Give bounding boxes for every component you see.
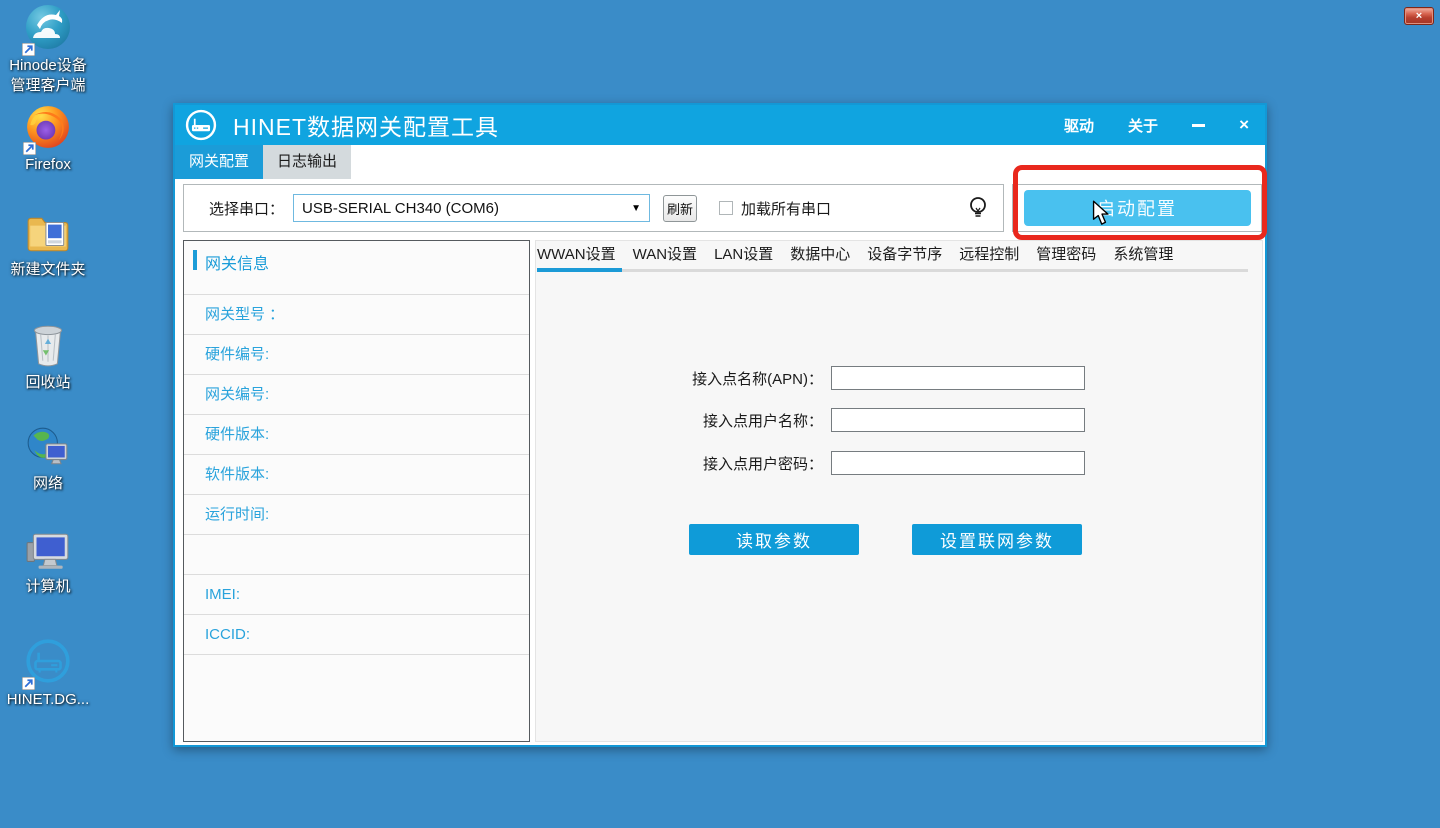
tab-wan-settings[interactable]: WAN设置 <box>633 243 697 267</box>
settings-panel: WWAN设置 WAN设置 LAN设置 数据中心 设备字节序 远程控制 管理密码 … <box>535 240 1263 742</box>
hinet-router-icon <box>24 637 72 690</box>
tab-byte-order[interactable]: 设备字节序 <box>867 243 942 267</box>
info-row-model: 网关型号 ： <box>184 295 529 335</box>
hinode-logo-icon <box>24 3 72 56</box>
gateway-info-title: 网关信息 <box>205 250 269 274</box>
app-logo-icon <box>185 109 217 141</box>
read-params-button[interactable]: 读取参数 <box>689 524 859 555</box>
tab-remote-control[interactable]: 远程控制 <box>959 243 1019 267</box>
desktop-icon-label: Firefox <box>0 155 96 175</box>
gateway-info-panel: 网关信息 网关型号 ： 硬件编号: 网关编号: 硬件版本: 软件版本: 运行时间… <box>183 240 530 742</box>
desktop-icon-network[interactable]: 网络 <box>0 425 96 494</box>
shortcut-arrow-icon <box>22 43 35 56</box>
tab-system-manage[interactable]: 系统管理 <box>1113 243 1173 267</box>
desktop-icon-recycle-bin[interactable]: 回收站 <box>0 320 96 393</box>
start-config-group: 启动配置 <box>1012 184 1262 232</box>
apn-username-label: 接入点用户名称： <box>703 410 823 431</box>
driver-button[interactable]: 驱动 <box>1064 115 1094 136</box>
header-accent-bar <box>193 250 197 270</box>
info-row-imei: IMEI: <box>184 575 529 615</box>
apn-label: 接入点名称(APN)： <box>692 368 823 389</box>
app-window: HINET数据网关配置工具 驱动 关于 × 网关配置 日志输出 选择串口： US… <box>173 103 1267 747</box>
serial-port-label: 选择串口： <box>209 198 284 219</box>
info-row-uptime: 运行时间: <box>184 495 529 535</box>
shortcut-arrow-icon <box>23 142 36 155</box>
info-row-sw-version: 软件版本: <box>184 455 529 495</box>
desktop-icon-label: 计算机 <box>0 577 96 597</box>
desktop-icon-hinet-shortcut[interactable]: HINET.DG... <box>0 637 96 710</box>
refresh-button[interactable]: 刷新 <box>663 195 697 222</box>
serial-port-group: 选择串口： USB-SERIAL CH340 (COM6) ▼ 刷新 加载所有串… <box>183 184 1004 232</box>
info-row-gw-number: 网关编号: <box>184 375 529 415</box>
folder-icon <box>25 213 71 260</box>
load-all-ports-label: 加载所有串口 <box>741 198 831 219</box>
settings-tab-bar: WWAN设置 WAN设置 LAN设置 数据中心 设备字节序 远程控制 管理密码 … <box>537 243 1173 267</box>
firefox-icon <box>25 104 71 155</box>
desktop-icon-hinode[interactable]: Hinode设备 管理客户端 <box>0 3 96 96</box>
apn-password-label: 接入点用户密码： <box>703 453 823 474</box>
desktop-icon-label: 网络 <box>0 474 96 494</box>
tab-data-center[interactable]: 数据中心 <box>790 243 850 267</box>
desktop-icon-computer[interactable]: 计算机 <box>0 530 96 597</box>
apn-field-row: 接入点名称(APN)： <box>536 366 1262 390</box>
tab-admin-password[interactable]: 管理密码 <box>1036 243 1096 267</box>
apn-password-field-row: 接入点用户密码： <box>536 451 1262 475</box>
recycle-bin-icon <box>27 320 69 373</box>
tab-log-output[interactable]: 日志输出 <box>263 145 351 179</box>
apn-username-field-row: 接入点用户名称： <box>536 408 1262 432</box>
gateway-info-header: 网关信息 <box>184 241 529 295</box>
active-tab-underline <box>537 268 622 272</box>
tab-wwan-settings[interactable]: WWAN设置 <box>537 243 616 267</box>
desktop-icon-firefox[interactable]: Firefox <box>0 104 96 175</box>
info-row-iccid: ICCID: <box>184 615 529 655</box>
desktop-icon-label: 管理客户端 <box>0 76 96 96</box>
set-network-params-button[interactable]: 设置联网参数 <box>912 524 1082 555</box>
computer-icon <box>25 530 71 577</box>
minimize-icon <box>1192 124 1205 127</box>
dropdown-caret-icon: ▼ <box>631 203 641 214</box>
about-button[interactable]: 关于 <box>1128 115 1158 136</box>
desktop-icon-label: HINET.DG... <box>0 690 96 710</box>
serial-port-select[interactable]: USB-SERIAL CH340 (COM6) ▼ <box>293 194 650 222</box>
desktop-icon-label: Hinode设备 <box>0 56 96 76</box>
desktop-close-button[interactable]: × <box>1404 7 1434 25</box>
tab-underline-track <box>622 269 1248 272</box>
serial-port-value: USB-SERIAL CH340 (COM6) <box>302 200 631 217</box>
apn-password-input[interactable] <box>831 451 1085 475</box>
desktop-icon-new-folder[interactable]: 新建文件夹 <box>0 213 96 280</box>
apn-input[interactable] <box>831 366 1085 390</box>
tab-gateway-config[interactable]: 网关配置 <box>175 145 263 179</box>
titlebar: HINET数据网关配置工具 驱动 关于 × <box>175 105 1265 145</box>
minimize-button[interactable] <box>1192 117 1205 134</box>
info-row-hw-version: 硬件版本: <box>184 415 529 455</box>
network-icon <box>25 425 71 474</box>
load-all-ports-checkbox[interactable] <box>719 201 733 215</box>
shortcut-arrow-icon <box>22 677 35 690</box>
lightbulb-icon[interactable] <box>968 196 988 227</box>
desktop-icon-label: 新建文件夹 <box>0 260 96 280</box>
close-window-button[interactable]: × <box>1239 115 1249 135</box>
window-title: HINET数据网关配置工具 <box>233 108 1064 142</box>
desktop-icon-label: 回收站 <box>0 373 96 393</box>
info-row-empty <box>184 535 529 575</box>
apn-username-input[interactable] <box>831 408 1085 432</box>
tab-lan-settings[interactable]: LAN设置 <box>714 243 773 267</box>
start-config-button[interactable]: 启动配置 <box>1024 190 1251 226</box>
info-row-hw-number: 硬件编号: <box>184 335 529 375</box>
main-tab-bar: 网关配置 日志输出 <box>175 145 1265 179</box>
